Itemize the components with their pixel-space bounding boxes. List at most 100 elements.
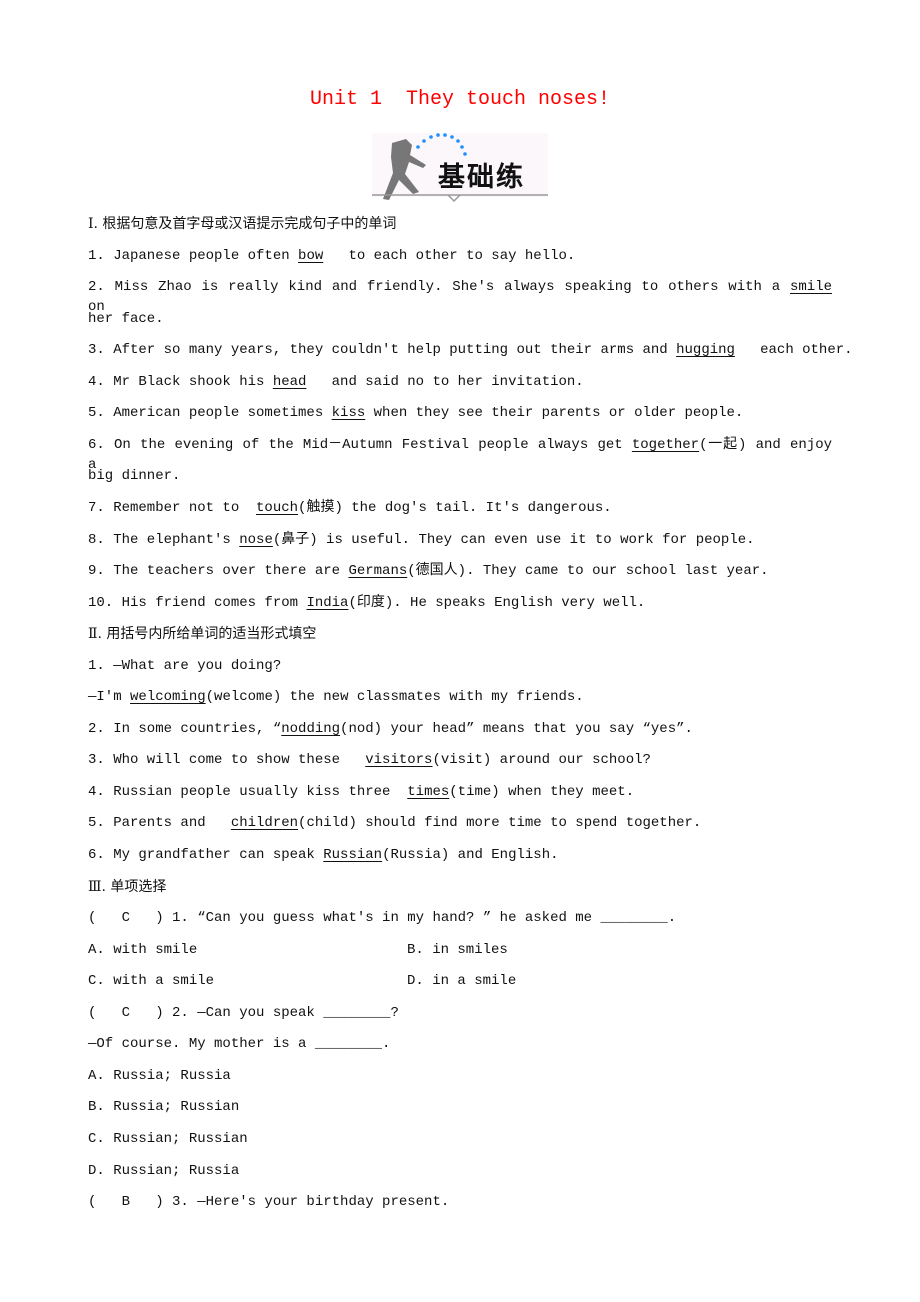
line-text: Ⅱ. 用括号内所给单词的适当形式填空 — [88, 626, 317, 643]
answer-word: children — [230, 815, 299, 832]
line-text: her face. — [88, 310, 164, 327]
line-text: (visit) around our school? — [432, 752, 651, 769]
exercise-line: 1. Japanese people often bow to each oth… — [88, 246, 832, 266]
line-text: to each other to say hello. — [323, 247, 576, 264]
line-text: (德国人). They came to our school last year… — [407, 563, 769, 580]
line-text: 1. —What are you doing? — [88, 657, 282, 674]
line-text: 7. Remember not to — [88, 499, 257, 516]
answer-word: head — [272, 373, 307, 390]
exercise-line: 6. My grandfather can speak Russian(Russ… — [88, 845, 832, 865]
line-text: C. with a smile — [88, 973, 215, 990]
answer-word: Russian — [323, 847, 383, 863]
line-text: B. Russia; Russian — [88, 1099, 240, 1116]
exercise-line: 3. Who will come to show these visitors(… — [88, 750, 832, 770]
line-text: 2. In some countries, “ — [88, 720, 282, 737]
line-text: Ⅲ. 单项选择 — [88, 878, 167, 895]
line-text: 5. American people sometimes — [88, 405, 332, 422]
exercise-line: A. Russia; Russia — [88, 1066, 832, 1086]
line-text: A. with smile — [88, 941, 198, 958]
answer-word: touch — [256, 499, 299, 516]
answer-word: together — [631, 436, 700, 453]
line-text: ( C ) 2. —Can you speak ________? — [88, 1004, 399, 1021]
line-text: (time) when they meet. — [449, 783, 635, 800]
line-text: (nod) your head” means that you say “yes… — [340, 720, 693, 737]
document-page: Unit 1 They touch noses! 基础练 Ⅰ. 根据句意及首字母… — [0, 0, 920, 1302]
exercise-line: 4. Russian people usually kiss three tim… — [88, 782, 832, 802]
line-text: A. Russia; Russia — [88, 1067, 231, 1084]
line-text: 6. My grandfather can speak — [88, 847, 324, 863]
exercise-line: 2. Miss Zhao is really kind and friendly… — [88, 277, 832, 315]
exercise-line: C. Russian; Russian — [88, 1129, 832, 1149]
line-text: 1. Japanese people often — [88, 247, 299, 264]
exercise-line: her face. — [88, 309, 832, 329]
section-heading: Ⅱ. 用括号内所给单词的适当形式填空 — [88, 624, 832, 644]
exercise-line: ( C ) 1. “Can you guess what's in my han… — [88, 908, 832, 928]
line-text: 4. Mr Black shook his — [88, 373, 273, 390]
line-text: —Of course. My mother is a ________. — [88, 1036, 391, 1053]
line-text: 9. The teachers over there are — [88, 563, 349, 580]
line-text: 6. On the evening of the Mid－Autumn Fest… — [88, 436, 632, 453]
line-text: 5. Parents and — [88, 815, 231, 832]
line-text: (child) should find more time to spend t… — [298, 815, 702, 832]
section-logo: 基础练 — [372, 127, 548, 203]
exercise-line: 5. American people sometimes kiss when t… — [88, 403, 832, 423]
line-text: 10. His friend comes from — [88, 594, 307, 611]
exercise-line: ( B ) 3. —Here's your birthday present. — [88, 1192, 832, 1212]
line-text: 3. After so many years, they couldn't he… — [88, 342, 677, 359]
line-text: 4. Russian people usually kiss three — [88, 783, 408, 800]
option-text: B. in smiles — [407, 941, 508, 958]
exercise-line: —I'm welcoming(welcome) the new classmat… — [88, 687, 832, 707]
line-text: and said no to her invitation. — [306, 373, 584, 390]
line-text: (触摸) the dog's tail. It's dangerous. — [298, 499, 612, 516]
section-logo-text: 基础练 — [438, 162, 525, 193]
line-text: D. Russian; Russia — [88, 1162, 240, 1179]
exercise-line: 10. His friend comes from India(印度). He … — [88, 593, 832, 613]
line-text: ( B ) 3. —Here's your birthday present. — [88, 1194, 450, 1211]
exercise-line: —Of course. My mother is a ________. — [88, 1034, 832, 1054]
option-text: D. in a smile — [407, 973, 517, 990]
answer-word: India — [306, 594, 349, 611]
exercise-line: 5. Parents and children(child) should fi… — [88, 813, 832, 833]
exercise-line: 2. In some countries, “nodding(nod) your… — [88, 719, 832, 739]
line-text: C. Russian; Russian — [88, 1130, 248, 1147]
answer-word: Germans — [348, 563, 408, 580]
exercise-line: 3. After so many years, they couldn't he… — [88, 340, 853, 360]
exercise-line: 1. —What are you doing? — [88, 656, 832, 676]
answer-word: nodding — [281, 720, 341, 737]
line-text: (Russia) and English. — [382, 847, 559, 863]
line-text: Ⅰ. 根据句意及首字母或汉语提示完成句子中的单词 — [88, 216, 397, 232]
exercise-line: 6. On the evening of the Mid－Autumn Fest… — [88, 435, 832, 473]
line-text: 3. Who will come to show these — [88, 752, 366, 769]
exercise-line: B. Russia; Russian — [88, 1097, 832, 1117]
section-heading: Ⅲ. 单项选择 — [88, 877, 832, 897]
line-text: (鼻子) is useful. They can even use it to … — [272, 531, 755, 548]
answer-word: welcoming — [130, 689, 206, 706]
exercise-line: 8. The elephant's nose(鼻子) is useful. Th… — [88, 530, 832, 550]
line-text: 2. Miss Zhao is really kind and friendly… — [88, 279, 790, 296]
exercise-line: ( C ) 2. —Can you speak ________? — [88, 1003, 832, 1023]
answer-word: kiss — [331, 405, 366, 422]
answer-word: bow — [298, 247, 324, 264]
answer-word: smile — [789, 279, 832, 296]
line-text: (印度). He speaks English very well. — [348, 594, 646, 611]
line-text: (welcome) the new classmates with my fri… — [205, 689, 584, 706]
line-text: when they see their parents or older peo… — [365, 405, 744, 422]
line-text: ( C ) 1. “Can you guess what's in my han… — [88, 910, 677, 927]
answer-word: nose — [239, 531, 273, 548]
exercise-line: 9. The teachers over there are Germans(德… — [88, 561, 832, 581]
answer-word: hugging — [676, 342, 735, 359]
answer-word: times — [407, 783, 450, 800]
exercise-line: 4. Mr Black shook his head and said no t… — [88, 372, 832, 392]
exercise-line: A. with smile B. in smiles — [88, 940, 832, 960]
page-title: Unit 1 They touch noses! — [309, 88, 611, 111]
exercise-line: C. with a smile D. in a smile — [88, 971, 832, 991]
line-text: —I'm — [88, 689, 131, 706]
line-text: 8. The elephant's — [88, 531, 240, 548]
exercise-line: D. Russian; Russia — [88, 1161, 832, 1181]
line-text: big dinner. — [88, 468, 181, 485]
exercise-line: 7. Remember not to touch(触摸) the dog's t… — [88, 498, 832, 518]
answer-word: visitors — [365, 752, 433, 769]
section-heading: Ⅰ. 根据句意及首字母或汉语提示完成句子中的单词 — [88, 214, 832, 234]
line-text: each other. — [734, 342, 853, 359]
exercise-line: big dinner. — [88, 466, 832, 486]
